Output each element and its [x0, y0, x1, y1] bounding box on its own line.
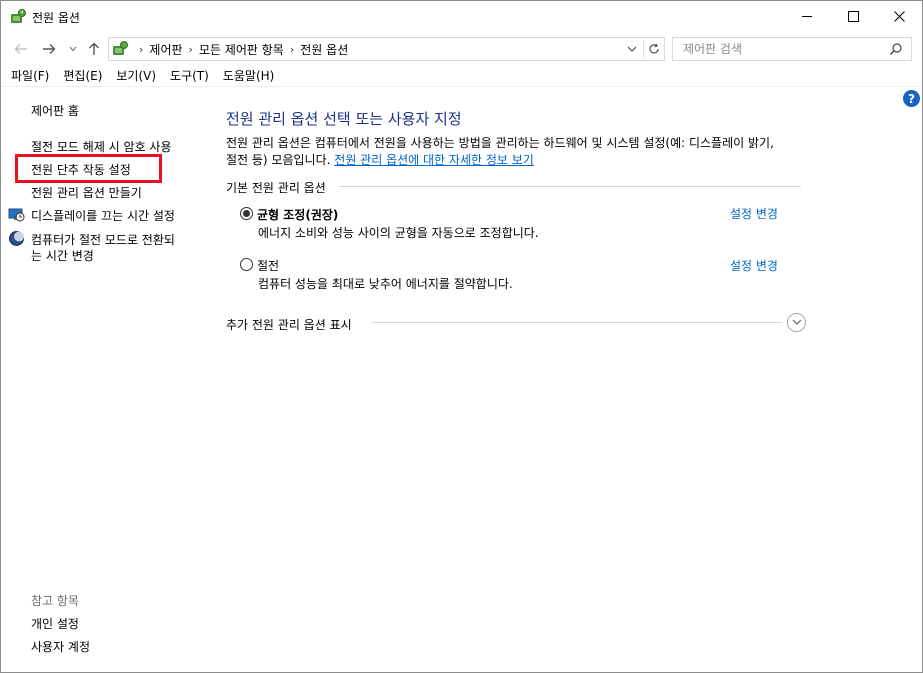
- plan-description: 에너지 소비와 성능 사이의 균형을 자동으로 조정합니다.: [258, 226, 539, 240]
- back-arrow-icon: [14, 44, 27, 54]
- search-input[interactable]: [673, 38, 883, 60]
- plan-name[interactable]: 균형 조정(권장): [257, 206, 338, 223]
- left-navigation-pane: 제어판 홈 절전 모드 해제 시 암호 사용 전원 단추 작동 설정 전원 관리…: [1, 88, 206, 672]
- maximize-button[interactable]: [830, 1, 876, 32]
- forward-button[interactable]: [39, 38, 59, 60]
- up-arrow-icon: [89, 42, 99, 55]
- refresh-icon: [648, 43, 659, 54]
- maximize-icon: [847, 11, 859, 22]
- section-divider: [339, 186, 801, 187]
- change-plan-settings-link[interactable]: 설정 변경: [730, 205, 778, 222]
- section-divider: [372, 322, 782, 323]
- change-plan-settings-link[interactable]: 설정 변경: [730, 257, 778, 274]
- plan-power-saver-radio[interactable]: [240, 258, 253, 271]
- forward-arrow-icon: [43, 44, 56, 54]
- close-button[interactable]: [876, 1, 922, 32]
- section-label: 기본 전원 관리 옵션: [226, 181, 326, 195]
- choose-display-off-time-link[interactable]: 디스플레이를 끄는 시간 설정: [31, 207, 175, 224]
- close-icon: [893, 11, 905, 22]
- page-title: 전원 관리 옵션 선택 또는 사용자 지정: [226, 110, 462, 128]
- expand-button[interactable]: [787, 313, 806, 332]
- create-power-plan-link[interactable]: 전원 관리 옵션 만들기: [31, 184, 142, 201]
- power-options-icon: [113, 41, 128, 55]
- power-options-icon: [11, 9, 26, 23]
- control-panel-home-link[interactable]: 제어판 홈: [31, 102, 79, 119]
- chevron-right-icon[interactable]: ›: [189, 43, 193, 56]
- power-plans-info-link[interactable]: 전원 관리 옵션에 대한 자세한 정보 보기: [334, 153, 534, 167]
- search-box[interactable]: [672, 37, 912, 61]
- chevron-right-icon[interactable]: ›: [290, 43, 294, 56]
- menu-tools[interactable]: 도구(T): [170, 67, 209, 84]
- chevron-right-icon: ›: [139, 43, 144, 56]
- title-bar: 전원 옵션: [1, 1, 922, 33]
- breadcrumb-item[interactable]: 제어판: [149, 41, 182, 58]
- menu-view[interactable]: 보기(V): [116, 67, 156, 84]
- up-button[interactable]: [85, 38, 103, 60]
- change-sleep-time-link[interactable]: 컴퓨터가 절전 모드로 전환되: [31, 231, 175, 248]
- minimize-icon: [801, 16, 812, 17]
- require-password-on-wakeup-link[interactable]: 절전 모드 해제 시 암호 사용: [31, 138, 172, 155]
- menu-help[interactable]: 도움말(H): [223, 67, 275, 84]
- menu-edit[interactable]: 편집(E): [63, 67, 102, 84]
- address-dropdown-icon[interactable]: [625, 42, 639, 56]
- breadcrumb: › 제어판 › 모든 제어판 항목 › 전원 옵션: [133, 41, 348, 58]
- main-content: 전원 관리 옵션 선택 또는 사용자 지정 전원 관리 옵션은 컴퓨터에서 전원…: [206, 88, 906, 672]
- power-options-window: 전원 옵션 › 제어판 › 모든 제어판 항목 › 전원 옵션 제어판 검색 파…: [0, 0, 923, 673]
- personalization-link[interactable]: 개인 설정: [31, 615, 79, 632]
- sleep-moon-icon: [9, 231, 24, 246]
- see-also-heading: 참고 항목: [31, 594, 79, 608]
- show-additional-plans-label[interactable]: 추가 전원 관리 옵션 표시: [226, 316, 352, 333]
- minimize-button[interactable]: [784, 1, 830, 32]
- page-description: 전원 관리 옵션은 컴퓨터에서 전원을 사용하는 방법을 관리하는 하드웨어 및…: [226, 135, 811, 169]
- plan-description: 컴퓨터 성능을 최대로 낮추어 에너지를 절약합니다.: [258, 277, 513, 291]
- display-off-icon: [8, 208, 25, 222]
- chevron-down-icon: [792, 319, 801, 325]
- menu-bar: 파일(F) 편집(E) 보기(V) 도구(T) 도움말(H): [1, 65, 922, 87]
- description-text: 전원 관리 옵션은 컴퓨터에서 전원을 사용하는 방법을 관리하는 하드웨어 및…: [226, 136, 774, 150]
- menu-file[interactable]: 파일(F): [11, 67, 49, 84]
- plan-balanced-radio[interactable]: [240, 207, 253, 220]
- address-bar[interactable]: › 제어판 › 모든 제어판 항목 › 전원 옵션: [108, 37, 665, 61]
- refresh-button[interactable]: [643, 39, 663, 59]
- breadcrumb-item[interactable]: 전원 옵션: [300, 41, 348, 58]
- user-accounts-link[interactable]: 사용자 계정: [31, 638, 90, 655]
- chevron-down-icon: [69, 46, 77, 52]
- recent-locations-button[interactable]: [66, 38, 80, 60]
- choose-power-button-action-link[interactable]: 전원 단추 작동 설정: [31, 161, 131, 178]
- back-button[interactable]: [11, 38, 31, 60]
- navigation-bar: › 제어판 › 모든 제어판 항목 › 전원 옵션: [1, 34, 922, 64]
- description-text: 절전 등) 모음입니다.: [226, 153, 331, 167]
- plan-name[interactable]: 절전: [257, 257, 279, 274]
- search-icon[interactable]: [889, 42, 903, 56]
- breadcrumb-item[interactable]: 모든 제어판 항목: [199, 41, 284, 58]
- change-sleep-time-link-line2[interactable]: 는 시간 변경: [31, 247, 94, 264]
- window-title: 전원 옵션: [32, 11, 80, 25]
